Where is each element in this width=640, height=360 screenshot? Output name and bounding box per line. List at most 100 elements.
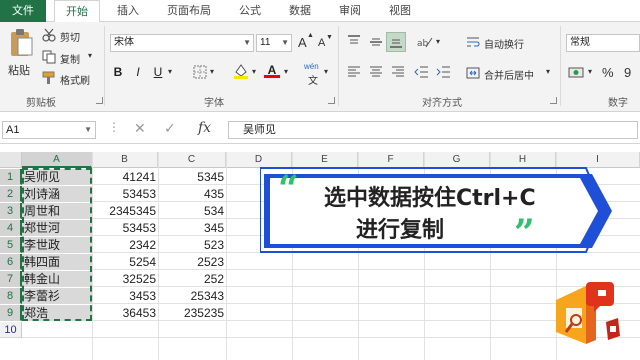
row-header[interactable]: 7 (0, 271, 22, 287)
formula-input[interactable]: 吴师见 (228, 121, 638, 139)
align-top-icon[interactable] (346, 34, 362, 50)
merge-center-button[interactable]: 合并后居中 (484, 67, 534, 82)
cell-b3[interactable]: 2345345 (92, 203, 158, 219)
currency-dropdown-icon[interactable]: ▾ (588, 67, 592, 76)
insert-function-button[interactable]: fx (198, 120, 211, 136)
cell-a4[interactable]: 郑世河 (22, 220, 92, 236)
font-launcher-icon[interactable] (328, 97, 335, 104)
row-header[interactable]: 8 (0, 288, 22, 304)
cell-c9[interactable]: 235235 (158, 305, 226, 321)
font-size-combo[interactable]: 11 ▼ (256, 34, 292, 52)
formula-bar-grip-icon: ⋮ (108, 120, 120, 134)
cell-b2[interactable]: 53453 (92, 186, 158, 202)
increase-indent-icon[interactable] (436, 64, 452, 80)
shrink-font-button[interactable]: A (318, 37, 325, 49)
cell-a8[interactable]: 李蕾衫 (22, 288, 92, 304)
tab-file[interactable]: 文件 (0, 0, 46, 22)
merge-dropdown-icon[interactable]: ▾ (546, 67, 550, 76)
clipboard-launcher-icon[interactable] (96, 97, 103, 104)
cell-c1[interactable]: 5345 (158, 169, 226, 185)
cell-c6[interactable]: 2523 (158, 254, 226, 270)
orientation-dropdown-icon[interactable]: ▾ (436, 37, 440, 46)
wrap-text-button[interactable]: 自动换行 (484, 36, 524, 51)
currency-icon[interactable] (568, 66, 586, 80)
office-logo-icon (556, 282, 620, 344)
cell-b9[interactable]: 36453 (92, 305, 158, 321)
cell-c5[interactable]: 523 (158, 237, 226, 253)
tab-page-layout[interactable]: 页面布局 (156, 0, 222, 22)
tab-formulas[interactable]: 公式 (228, 0, 272, 22)
cell-b5[interactable]: 2342 (92, 237, 158, 253)
font-name-combo[interactable]: 宋体 ▼ (110, 34, 254, 52)
cell-b7[interactable]: 32525 (92, 271, 158, 287)
bold-button[interactable]: B (110, 64, 126, 80)
align-left-icon[interactable] (346, 64, 362, 80)
cell-c7[interactable]: 252 (158, 271, 226, 287)
cell-a3[interactable]: 周世和 (22, 203, 92, 219)
cell-c2[interactable]: 435 (158, 186, 226, 202)
orientation-icon[interactable]: ab (416, 34, 434, 50)
cell-c4[interactable]: 345 (158, 220, 226, 236)
format-painter-button[interactable]: 格式刷 (60, 72, 90, 87)
align-bottom-button[interactable] (386, 32, 406, 52)
cancel-entry-icon[interactable]: ✕ (134, 120, 146, 137)
column-header-b[interactable]: B (92, 152, 158, 168)
cell-c8[interactable]: 25343 (158, 288, 226, 304)
row-header[interactable]: 4 (0, 220, 22, 236)
borders-dropdown-icon[interactable]: ▾ (210, 67, 214, 76)
phonetic-button[interactable]: wén (304, 62, 319, 71)
phonetic-dropdown-icon[interactable]: ▾ (324, 67, 328, 76)
cell-a9[interactable]: 郑浩 (22, 305, 92, 321)
fill-color-dropdown-icon[interactable]: ▾ (252, 67, 256, 76)
tab-home[interactable]: 开始 (54, 0, 100, 23)
cell-a7[interactable]: 韩金山 (22, 271, 92, 287)
tab-review[interactable]: 审阅 (328, 0, 372, 22)
alignment-launcher-icon[interactable] (550, 97, 557, 104)
font-color-button[interactable]: A (264, 62, 280, 78)
cell-a6[interactable]: 韩四面 (22, 254, 92, 270)
formula-bar: A1 ▼ ⋮ ✕ ✓ fx 吴师见 (0, 116, 640, 144)
cut-button[interactable]: 剪切 (60, 29, 80, 44)
align-center-icon[interactable] (368, 64, 384, 80)
row-header[interactable]: 9 (0, 305, 22, 321)
column-header-a[interactable]: A (22, 152, 92, 168)
borders-icon[interactable] (192, 64, 208, 80)
underline-dropdown-icon[interactable]: ▾ (168, 67, 172, 76)
cell-b6[interactable]: 5254 (92, 254, 158, 270)
select-all-button[interactable] (0, 152, 22, 168)
fill-color-icon[interactable] (232, 62, 250, 80)
number-format-combo[interactable]: 常规 (566, 34, 640, 52)
cell-b8[interactable]: 3453 (92, 288, 158, 304)
row-header[interactable]: 1 (0, 169, 22, 185)
row-header[interactable]: 6 (0, 254, 22, 270)
row-header[interactable]: 10 (0, 322, 22, 338)
name-box[interactable]: A1 ▼ (2, 121, 96, 139)
italic-button[interactable]: I (130, 64, 146, 80)
row-header[interactable]: 2 (0, 186, 22, 202)
confirm-entry-icon[interactable]: ✓ (164, 120, 176, 137)
column-header-c[interactable]: C (158, 152, 226, 168)
cell-a1[interactable]: 吴师见 (22, 169, 92, 185)
tab-view[interactable]: 视图 (378, 0, 422, 22)
percent-button[interactable]: % (602, 65, 614, 80)
align-middle-icon[interactable] (368, 34, 384, 50)
row-header[interactable]: 5 (0, 237, 22, 253)
comma-button[interactable]: 9 (624, 65, 631, 80)
copy-button[interactable]: 复制 (60, 51, 80, 66)
banner-line-2: 进行复制 (356, 218, 445, 243)
row-header[interactable]: 3 (0, 203, 22, 219)
tab-insert[interactable]: 插入 (106, 0, 150, 22)
decrease-indent-icon[interactable] (414, 64, 430, 80)
font-color-dropdown-icon[interactable]: ▾ (284, 67, 288, 76)
cell-b1[interactable]: 41241 (92, 169, 158, 185)
copy-dropdown-icon[interactable]: ▾ (88, 51, 92, 60)
align-right-icon[interactable] (390, 64, 406, 80)
paste-button[interactable]: 粘贴 (6, 26, 36, 88)
cell-c3[interactable]: 534 (158, 203, 226, 219)
cell-a2[interactable]: 刘诗涵 (22, 186, 92, 202)
cell-b4[interactable]: 53453 (92, 220, 158, 236)
tab-data[interactable]: 数据 (278, 0, 322, 22)
underline-button[interactable]: U (150, 64, 166, 80)
grow-font-button[interactable]: A (298, 35, 307, 50)
cell-a5[interactable]: 李世政 (22, 237, 92, 253)
